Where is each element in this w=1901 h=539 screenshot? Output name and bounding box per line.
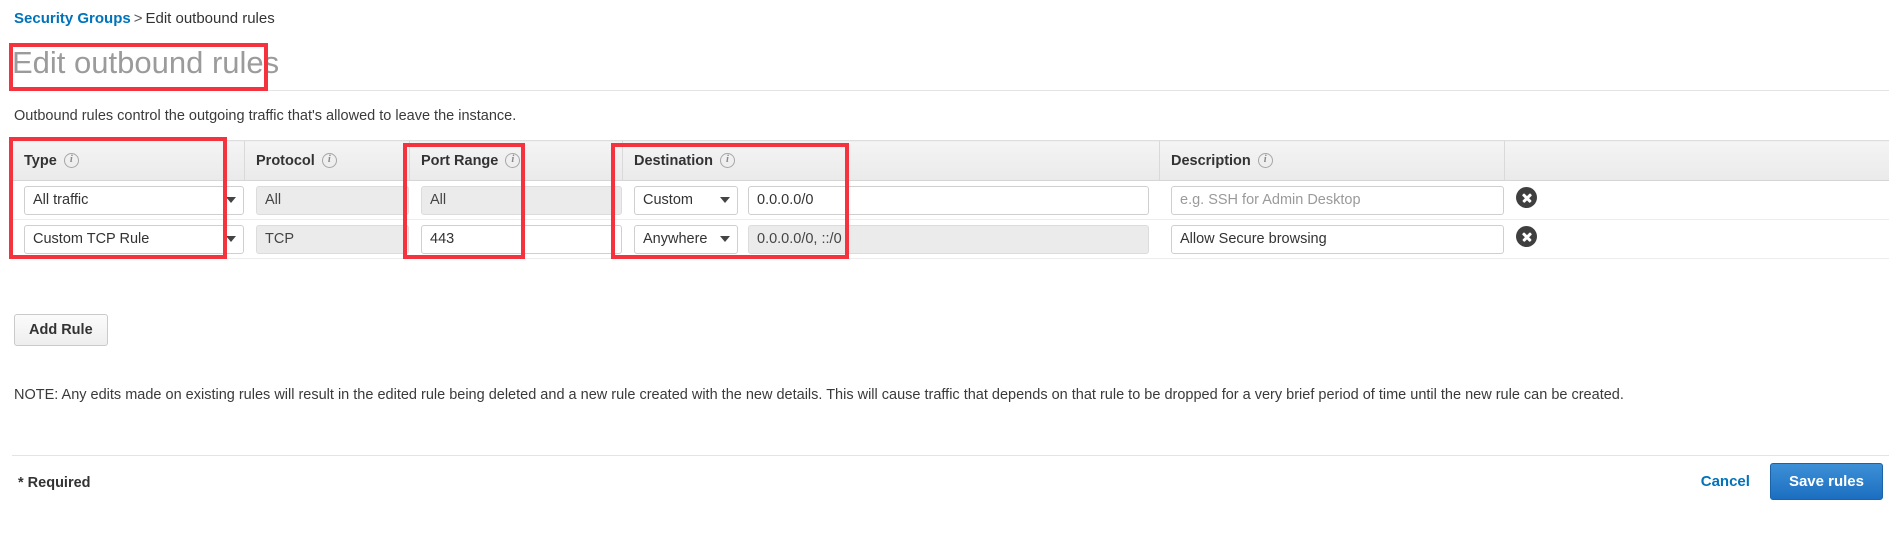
description-input-row-0[interactable] <box>1171 185 1504 215</box>
page-title: Edit outbound rules <box>12 45 280 80</box>
protocol-input-row-1 <box>256 224 409 254</box>
cell-destination: Anywhere <box>622 219 1159 259</box>
column-label-destination: Destination <box>634 152 713 169</box>
table-row: Custom TCP Rule Anywhere <box>12 219 1889 259</box>
cell-type: Custom TCP Rule <box>12 219 244 259</box>
close-circle-icon-row-1[interactable] <box>1516 226 1537 247</box>
table-header-row: Type i Protocol i Port Range i Destinati… <box>12 140 1889 181</box>
add-rule-button[interactable]: Add Rule <box>14 314 108 346</box>
breadcrumb-link-security-groups[interactable]: Security Groups <box>14 10 131 27</box>
chevron-down-icon <box>720 236 730 242</box>
type-select-value-row-1: Custom TCP Rule <box>33 231 150 247</box>
type-select-row-0[interactable]: All traffic <box>24 185 244 215</box>
cell-actions <box>1504 180 1889 220</box>
cell-description <box>1159 219 1504 259</box>
cell-description <box>1159 180 1504 220</box>
breadcrumb-current: Edit outbound rules <box>145 10 275 27</box>
footer-actions: Cancel Save rules <box>1701 463 1883 500</box>
cell-destination: Custom <box>622 180 1159 220</box>
column-header-protocol: Protocol i <box>244 140 409 181</box>
description-input-row-1[interactable] <box>1171 224 1504 254</box>
destination-cidr-input-row-0[interactable] <box>748 185 1149 215</box>
required-label: * Required <box>18 475 91 491</box>
breadcrumb-separator: > <box>133 10 143 27</box>
breadcrumb: Security Groups > Edit outbound rules <box>14 9 275 29</box>
save-rules-button[interactable]: Save rules <box>1769 463 1883 500</box>
cell-protocol <box>244 180 409 220</box>
column-header-type: Type i <box>12 140 244 181</box>
info-icon-destination[interactable]: i <box>719 153 735 168</box>
table-body: All traffic Custom <box>12 180 1889 259</box>
info-icon-protocol[interactable]: i <box>321 153 337 168</box>
intro-text: Outbound rules control the outgoing traf… <box>14 108 517 124</box>
info-icon-description[interactable]: i <box>1257 153 1273 168</box>
outbound-rules-table: Type i Protocol i Port Range i Destinati… <box>12 140 1889 259</box>
table-row: All traffic Custom <box>12 180 1889 220</box>
destination-cidr-input-row-1 <box>748 224 1149 254</box>
type-select-row-1[interactable]: Custom TCP Rule <box>24 224 244 254</box>
column-label-protocol: Protocol <box>256 152 315 169</box>
column-label-port-range: Port Range <box>421 152 499 169</box>
info-icon-port-range[interactable]: i <box>505 153 521 168</box>
chevron-down-icon <box>720 197 730 203</box>
table-header: Type i Protocol i Port Range i Destinati… <box>12 140 1889 181</box>
destination-select-value-row-1: Anywhere <box>643 231 708 247</box>
destination-select-value-row-0: Custom <box>643 192 693 208</box>
column-header-port-range: Port Range i <box>409 140 622 181</box>
edit-outbound-rules-page: Security Groups > Edit outbound rules Edit… <box>0 0 1901 539</box>
cancel-button[interactable]: Cancel <box>1701 473 1750 490</box>
note-text: NOTE: Any edits made on existing rules w… <box>14 387 1624 403</box>
chevron-down-icon <box>226 197 236 203</box>
protocol-input-row-0 <box>256 185 409 215</box>
column-label-type: Type <box>24 152 57 169</box>
type-select-value-row-0: All traffic <box>33 192 89 208</box>
cell-port-range <box>409 219 622 259</box>
cell-actions <box>1504 219 1889 259</box>
page-title-container: Edit outbound rules <box>12 44 1889 91</box>
port-range-input-row-0 <box>421 185 622 215</box>
cell-type: All traffic <box>12 180 244 220</box>
destination-select-row-0[interactable]: Custom <box>634 185 738 215</box>
close-circle-icon-row-0[interactable] <box>1516 187 1537 208</box>
column-header-destination: Destination i <box>622 140 1159 181</box>
column-header-description: Description i <box>1159 140 1504 181</box>
column-label-description: Description <box>1171 152 1251 169</box>
info-icon-type[interactable]: i <box>63 153 79 168</box>
port-range-input-row-1[interactable] <box>421 224 622 254</box>
cell-protocol <box>244 219 409 259</box>
footer-divider <box>12 455 1889 456</box>
destination-select-row-1[interactable]: Anywhere <box>634 224 738 254</box>
cell-port-range <box>409 180 622 220</box>
chevron-down-icon <box>226 236 236 242</box>
column-header-actions <box>1504 140 1889 181</box>
